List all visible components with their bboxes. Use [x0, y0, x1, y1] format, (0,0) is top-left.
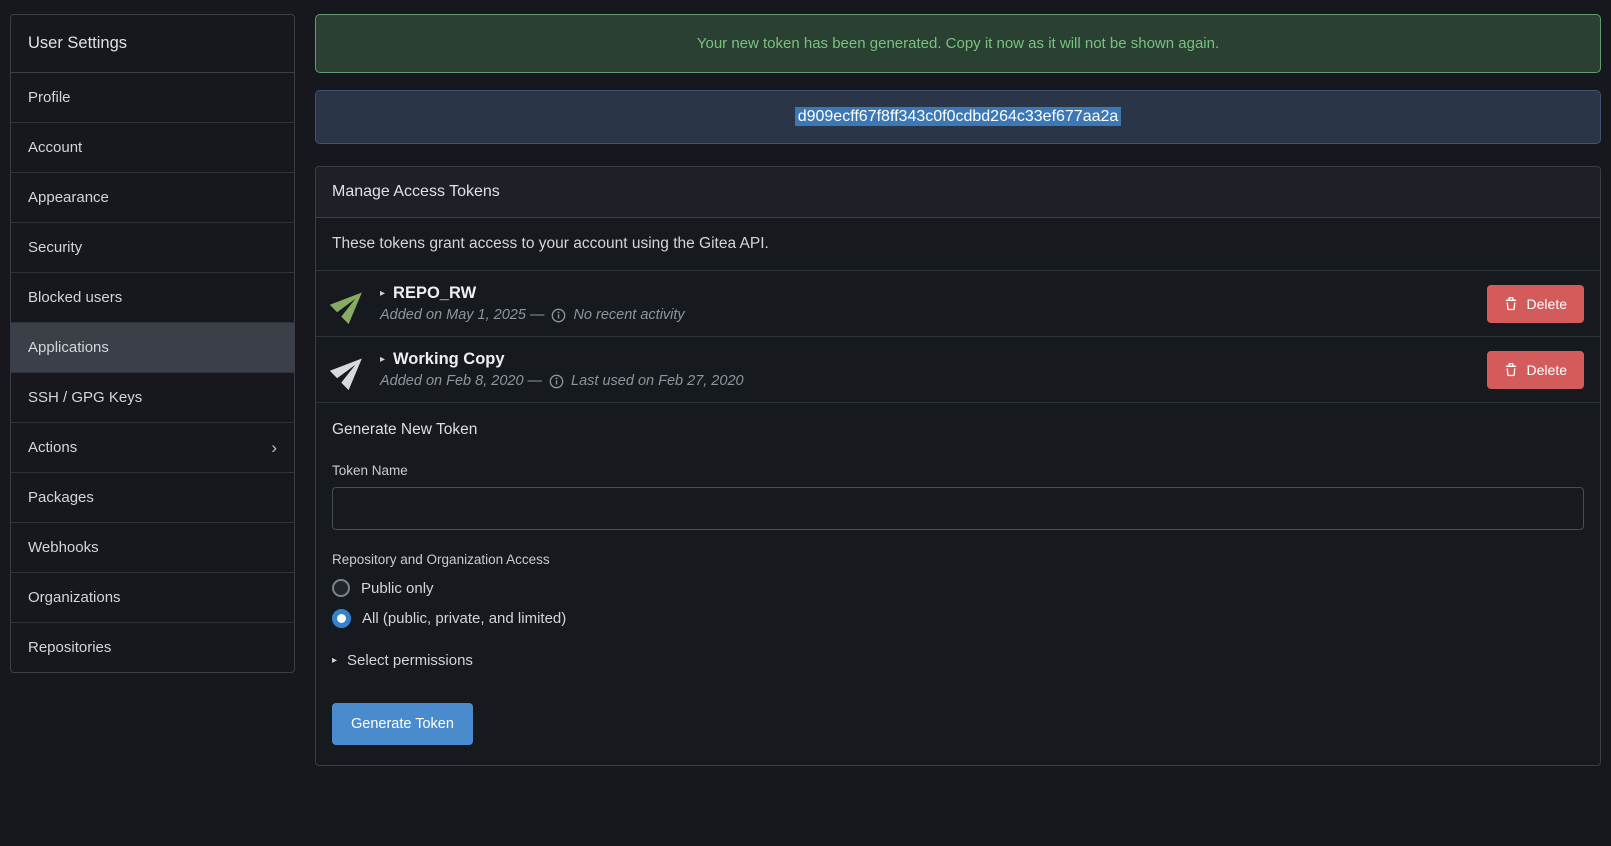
token-name: Working Copy — [393, 350, 505, 369]
paper-plane-icon — [325, 344, 376, 395]
sidebar-item-label: Webhooks — [28, 539, 99, 556]
radio-public-only[interactable]: Public only — [332, 579, 1584, 597]
sidebar-item-label: Actions — [28, 439, 77, 456]
token-activity: No recent activity — [573, 307, 684, 323]
panel-description: These tokens grant access to your accoun… — [316, 218, 1600, 271]
sidebar-item-label: Packages — [28, 489, 94, 506]
expand-caret-icon: ▸ — [332, 655, 337, 666]
token-meta: Added on Feb 8, 2020 — Last used on Feb … — [380, 373, 1487, 389]
info-icon — [549, 374, 564, 389]
delete-token-button[interactable]: Delete — [1487, 285, 1584, 323]
sidebar-item-label: Blocked users — [28, 289, 122, 306]
expand-caret-icon: ▸ — [380, 354, 385, 365]
new-token-value[interactable]: d909ecff67f8ff343c0f0cdbd264c33ef677aa2a — [795, 107, 1122, 126]
trash-icon — [1504, 363, 1518, 377]
radio-unchecked-icon — [332, 579, 350, 597]
radio-checked-icon — [332, 609, 351, 628]
delete-token-button[interactable]: Delete — [1487, 351, 1584, 389]
main-content: Your new token has been generated. Copy … — [315, 14, 1601, 766]
sidebar-item-appearance[interactable]: Appearance — [11, 173, 294, 223]
success-banner-message: Your new token has been generated. Copy … — [697, 35, 1219, 52]
sidebar-item-actions[interactable]: Actions › — [11, 423, 294, 473]
sidebar-item-label: Profile — [28, 89, 71, 106]
select-permissions-label: Select permissions — [347, 652, 473, 669]
token-added-date: Added on Feb 8, 2020 — — [380, 373, 542, 389]
token-name-row[interactable]: ▸ Working Copy — [380, 350, 1487, 369]
radio-label: Public only — [361, 580, 434, 597]
sidebar-item-account[interactable]: Account — [11, 123, 294, 173]
token-row: ▸ REPO_RW Added on May 1, 2025 — No rece… — [316, 271, 1600, 337]
sidebar-item-organizations[interactable]: Organizations — [11, 573, 294, 623]
token-activity: Last used on Feb 27, 2020 — [571, 373, 744, 389]
sidebar-item-applications[interactable]: Applications — [11, 323, 294, 373]
generate-token-button[interactable]: Generate Token — [332, 703, 473, 745]
generate-token-section: Generate New Token Token Name Repository… — [316, 403, 1600, 765]
paper-plane-icon — [325, 278, 376, 329]
token-name-row[interactable]: ▸ REPO_RW — [380, 284, 1487, 303]
new-token-display: d909ecff67f8ff343c0f0cdbd264c33ef677aa2a — [315, 90, 1601, 144]
sidebar-item-packages[interactable]: Packages — [11, 473, 294, 523]
select-permissions-toggle[interactable]: ▸ Select permissions — [332, 652, 1584, 669]
panel-title: Manage Access Tokens — [316, 167, 1600, 218]
settings-sidebar: User Settings Profile Account Appearance… — [10, 14, 295, 673]
token-name-input[interactable] — [332, 487, 1584, 530]
sidebar-item-label: Applications — [28, 339, 109, 356]
success-banner: Your new token has been generated. Copy … — [315, 14, 1601, 73]
token-info: ▸ REPO_RW Added on May 1, 2025 — No rece… — [380, 284, 1487, 323]
page-layout: User Settings Profile Account Appearance… — [0, 0, 1611, 780]
delete-button-label: Delete — [1527, 362, 1567, 378]
sidebar-item-label: SSH / GPG Keys — [28, 389, 142, 406]
sidebar-item-repositories[interactable]: Repositories — [11, 623, 294, 672]
chevron-right-icon: › — [271, 439, 277, 456]
sidebar-item-label: Appearance — [28, 189, 109, 206]
token-row: ▸ Working Copy Added on Feb 8, 2020 — La… — [316, 337, 1600, 403]
sidebar-item-ssh-gpg-keys[interactable]: SSH / GPG Keys — [11, 373, 294, 423]
token-meta: Added on May 1, 2025 — No recent activit… — [380, 307, 1487, 323]
sidebar-item-profile[interactable]: Profile — [11, 73, 294, 123]
sidebar-title: User Settings — [11, 15, 294, 73]
generate-section-title: Generate New Token — [332, 421, 1584, 439]
sidebar-item-webhooks[interactable]: Webhooks — [11, 523, 294, 573]
info-icon — [551, 308, 566, 323]
access-scope-label: Repository and Organization Access — [332, 552, 1584, 567]
sidebar-item-label: Account — [28, 139, 82, 156]
sidebar-item-label: Organizations — [28, 589, 121, 606]
sidebar-item-blocked-users[interactable]: Blocked users — [11, 273, 294, 323]
sidebar-item-label: Repositories — [28, 639, 111, 656]
trash-icon — [1504, 297, 1518, 311]
radio-all-access[interactable]: All (public, private, and limited) — [332, 609, 1584, 628]
token-added-date: Added on May 1, 2025 — — [380, 307, 544, 323]
expand-caret-icon: ▸ — [380, 288, 385, 299]
sidebar-item-label: Security — [28, 239, 82, 256]
token-name-label: Token Name — [332, 463, 1584, 478]
delete-button-label: Delete — [1527, 296, 1567, 312]
radio-label: All (public, private, and limited) — [362, 610, 566, 627]
token-name: REPO_RW — [393, 284, 476, 303]
sidebar-item-security[interactable]: Security — [11, 223, 294, 273]
access-tokens-panel: Manage Access Tokens These tokens grant … — [315, 166, 1601, 766]
token-info: ▸ Working Copy Added on Feb 8, 2020 — La… — [380, 350, 1487, 389]
